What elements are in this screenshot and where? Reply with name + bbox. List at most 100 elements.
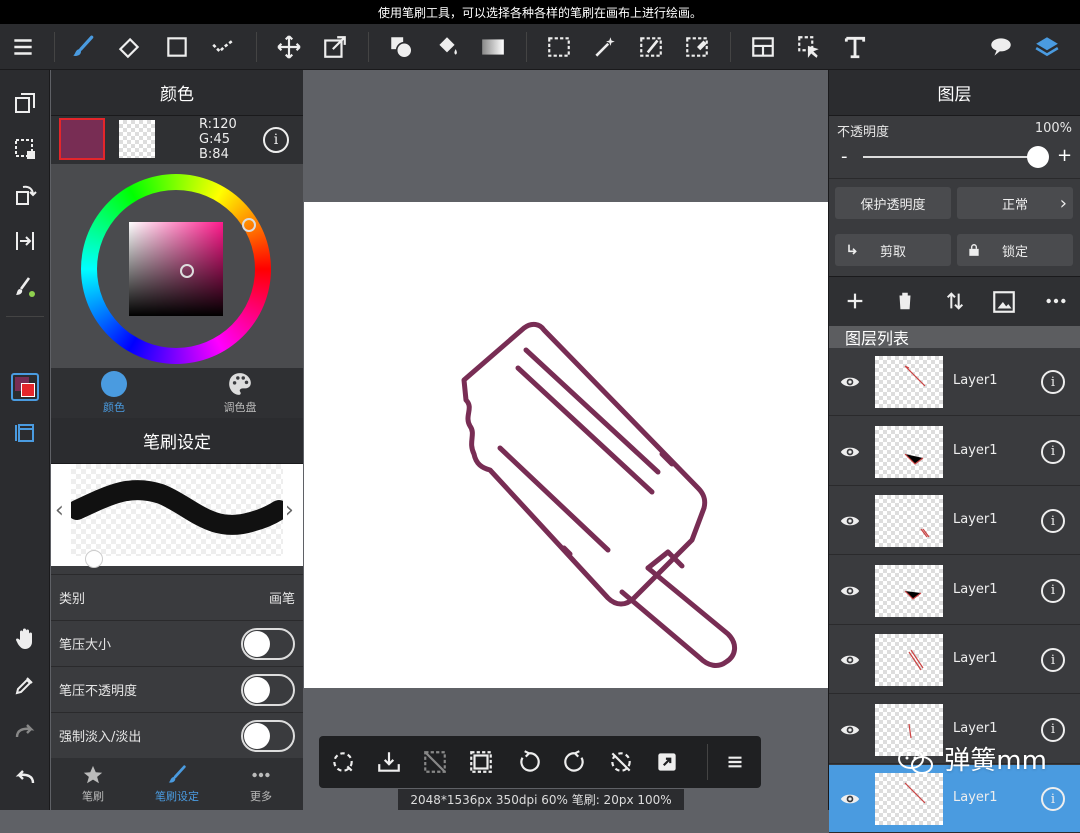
layers-icon[interactable] [1030,30,1064,64]
left-rail [0,70,50,810]
reset-rotation-icon[interactable] [605,746,637,778]
layer-row[interactable]: Layer1 i [829,556,1080,625]
text-tool-icon[interactable] [838,30,872,64]
save-canvas-icon[interactable] [373,746,405,778]
layer-info-icon[interactable]: i [1041,648,1065,672]
opacity-plus-icon[interactable]: + [1057,145,1072,166]
redo-icon[interactable] [8,714,42,748]
magic-wand-icon[interactable] [588,30,622,64]
clip-lock-row: 剪取 锁定 [829,228,1080,276]
layer-info-icon[interactable]: i [1041,787,1065,811]
visibility-eye-icon[interactable] [835,507,865,535]
frame-divider-icon[interactable] [746,30,780,64]
bottom-menu-icon[interactable] [719,746,751,778]
protect-alpha-button[interactable]: 保护透明度 [835,187,951,219]
flip-icon[interactable] [8,224,42,258]
secondary-color-swatch[interactable] [119,120,155,158]
layer-name: Layer1 [953,373,998,388]
layer-row[interactable]: Layer1 i [829,487,1080,555]
speech-bubble-icon[interactable] [984,30,1018,64]
visibility-eye-icon[interactable] [835,577,865,605]
tab-color[interactable]: 颜色 [51,368,177,418]
prev-brush-icon[interactable]: ‹ [55,498,64,523]
sv-knob[interactable] [180,264,194,278]
visibility-eye-icon[interactable] [835,438,865,466]
category-row[interactable]: 类别 画笔 [51,574,303,620]
panel-toggle-icon[interactable] [8,416,42,450]
shape-tool-icon[interactable] [160,30,194,64]
tab-palette[interactable]: 调色盘 [177,368,303,418]
color-info-icon[interactable]: i [263,127,289,153]
color-swatch-icon[interactable] [8,370,42,404]
opacity-minus-icon[interactable]: - [841,146,848,167]
eraser-tool-icon[interactable] [112,30,146,64]
menu-icon[interactable] [6,30,40,64]
rotate-right-icon[interactable] [559,746,591,778]
select-eraser-icon[interactable] [680,30,714,64]
bucket-tool-icon[interactable] [430,30,464,64]
select-tool-icon[interactable] [542,30,576,64]
opacity-slider-knob[interactable] [1027,146,1049,168]
visibility-eye-icon[interactable] [835,716,865,744]
blend-mode-button[interactable]: 正常 › [957,187,1073,219]
operation-tool-icon[interactable] [792,30,826,64]
blend-row: 保护透明度 正常 › [829,178,1080,228]
layer-info-icon[interactable]: i [1041,509,1065,533]
visibility-eye-icon[interactable] [835,646,865,674]
lock-button[interactable]: 锁定 [957,234,1073,266]
pressure-size-toggle[interactable] [241,627,295,660]
move-tool-icon[interactable] [272,30,306,64]
gradient-tool-icon[interactable] [476,30,510,64]
hand-icon[interactable] [8,622,42,656]
import-image-icon[interactable] [989,287,1019,317]
snap-tool-icon[interactable] [206,30,240,64]
layer-info-icon[interactable]: i [1041,439,1065,464]
primary-color-swatch[interactable] [59,118,105,160]
layer-info-icon[interactable]: i [1041,370,1065,394]
fit-canvas-icon[interactable] [465,746,497,778]
rotate-icon[interactable] [8,178,42,212]
duplicate-icon[interactable] [8,86,42,120]
visibility-eye-icon[interactable] [835,368,865,396]
rotate-left-icon[interactable] [513,746,545,778]
pressure-size-label: 笔压大小 [59,638,112,653]
clip-button[interactable]: 剪取 [835,234,951,266]
force-fade-toggle[interactable] [241,719,295,752]
layer-name: Layer1 [953,790,998,805]
layer-row[interactable]: Layer1 i [829,417,1080,486]
brush-tool-icon[interactable] [66,30,100,64]
clear-selection-icon[interactable] [419,746,451,778]
tab-more[interactable]: 更多 [219,758,303,810]
tab-brush-settings[interactable]: 笔刷设定 [135,758,219,810]
layer-info-icon[interactable]: i [1041,578,1065,603]
fill-shape-tool-icon[interactable] [384,30,418,64]
tab-brush[interactable]: 笔刷 [51,758,135,810]
clip-arrow-icon [848,244,857,255]
reorder-icon[interactable] [941,287,969,315]
hue-knob[interactable] [242,218,256,232]
select-pen-icon[interactable] [634,30,668,64]
opacity-slider[interactable] [863,156,1039,158]
layer-row[interactable]: Layer1 i [829,348,1080,416]
next-brush-icon[interactable]: › [285,498,294,523]
layer-row[interactable]: Layer1 i [829,626,1080,694]
undo-icon[interactable] [8,760,42,794]
visibility-eye-icon[interactable] [835,785,865,813]
select-area-icon[interactable] [8,132,42,166]
add-layer-icon[interactable] [841,287,869,315]
layer-more-icon[interactable] [1041,287,1071,315]
share-icon[interactable] [651,746,683,778]
transform-tool-icon[interactable] [318,30,352,64]
hue-wheel[interactable] [81,174,271,364]
eyedropper-icon[interactable] [8,668,42,702]
drawing-canvas[interactable] [304,202,828,688]
brush-panel-title: 笔刷设定 [51,418,303,464]
pressure-opacity-toggle[interactable] [241,673,295,706]
rotate-view-icon[interactable] [327,746,359,778]
trash-icon[interactable] [891,287,919,315]
layer-name: Layer1 [953,512,998,527]
saturation-value-square[interactable] [129,222,223,316]
brush-preview-slider[interactable] [51,550,303,568]
brush-color-icon[interactable] [8,270,42,304]
layer-info-icon[interactable]: i [1041,717,1065,742]
